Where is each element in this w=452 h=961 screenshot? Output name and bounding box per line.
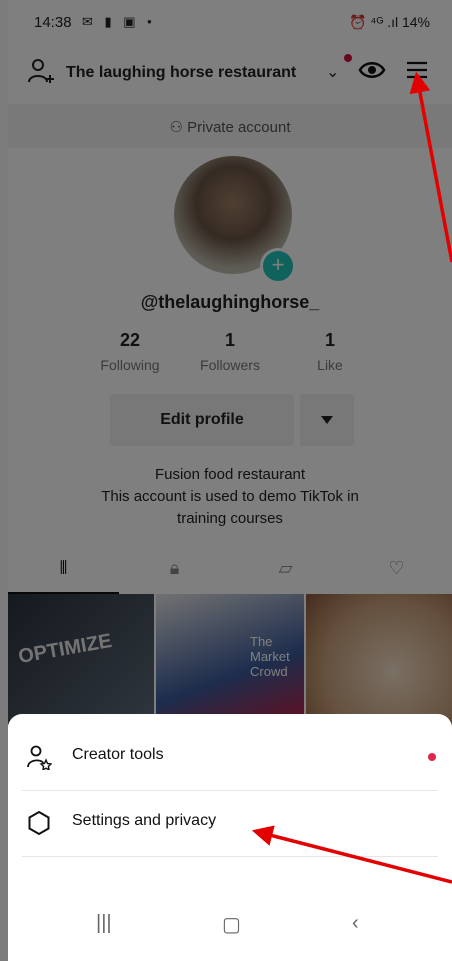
menu-item-creator-tools[interactable]: Creator tools — [8, 724, 452, 790]
home-icon[interactable]: ▢ — [222, 912, 241, 937]
settings-privacy-label: Settings and privacy — [72, 812, 217, 829]
android-nav-bar: ||| ▢ ‹ — [8, 890, 452, 961]
person-star-icon — [27, 745, 52, 770]
menu-item-settings-privacy[interactable]: Settings and privacy — [8, 790, 452, 856]
menu-divider — [22, 856, 438, 857]
gear-icon — [28, 810, 50, 836]
recent-apps-icon[interactable]: ||| — [96, 912, 112, 935]
new-badge-dot — [428, 753, 436, 761]
back-icon[interactable]: ‹ — [352, 912, 359, 935]
tiktok-screen: 14:38 ✉ ▮ ▣ • ⏰ ⁴ᴳ .ıl 14% The laughing … — [8, 0, 452, 961]
creator-tools-label: Creator tools — [72, 746, 164, 763]
